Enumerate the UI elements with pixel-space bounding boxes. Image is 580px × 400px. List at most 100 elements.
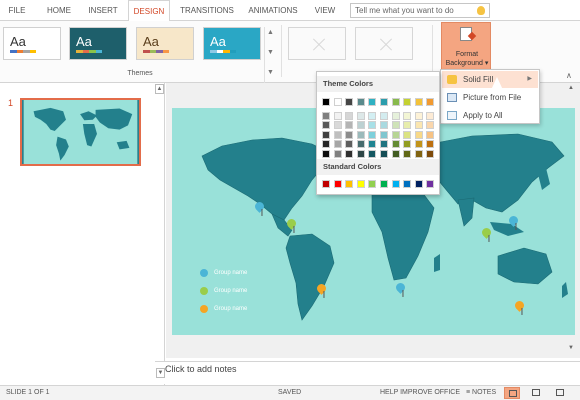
- color-swatch[interactable]: [391, 180, 400, 188]
- chevron-up-icon[interactable]: ▲: [267, 29, 274, 36]
- color-swatch[interactable]: [403, 111, 412, 120]
- menu-item-apply-to-all[interactable]: Apply to All: [442, 107, 538, 124]
- color-swatch[interactable]: [391, 111, 400, 120]
- color-swatch[interactable]: [356, 140, 365, 149]
- theme-thumbnail-office[interactable]: Aa: [3, 27, 61, 60]
- color-swatch[interactable]: [414, 130, 423, 139]
- color-swatch[interactable]: [356, 98, 365, 106]
- color-swatch[interactable]: [345, 98, 354, 106]
- color-swatch[interactable]: [322, 140, 330, 149]
- color-swatch[interactable]: [322, 180, 330, 188]
- color-swatch[interactable]: [333, 180, 342, 188]
- color-swatch[interactable]: [368, 121, 377, 130]
- color-swatch[interactable]: [414, 98, 423, 106]
- color-swatch[interactable]: [414, 111, 423, 120]
- color-swatch[interactable]: [380, 180, 388, 188]
- reading-view-button[interactable]: [552, 387, 568, 399]
- color-swatch[interactable]: [426, 150, 435, 158]
- theme-thumbnail-teal[interactable]: Aa: [69, 27, 127, 60]
- slide-sorter-button[interactable]: [528, 387, 544, 399]
- color-swatch[interactable]: [345, 180, 354, 188]
- collapse-ribbon-icon[interactable]: ∧: [566, 71, 572, 80]
- color-swatch[interactable]: [403, 150, 412, 158]
- tab-file[interactable]: FILE: [4, 0, 30, 21]
- color-swatch[interactable]: [403, 121, 412, 130]
- color-swatch[interactable]: [380, 111, 388, 120]
- color-swatch[interactable]: [333, 150, 342, 158]
- tab-insert[interactable]: INSERT: [83, 0, 123, 21]
- color-swatch[interactable]: [322, 111, 330, 120]
- normal-view-button[interactable]: [504, 387, 520, 399]
- color-swatch[interactable]: [322, 150, 330, 158]
- color-swatch[interactable]: [333, 111, 342, 120]
- color-swatch[interactable]: [345, 130, 354, 139]
- color-swatch[interactable]: [403, 130, 412, 139]
- theme-thumbnail-cyan[interactable]: Aa: [203, 27, 261, 60]
- notes-toggle-button[interactable]: ≡ NOTES: [466, 389, 496, 396]
- tab-design[interactable]: DESIGN: [128, 0, 170, 22]
- color-swatch[interactable]: [345, 111, 354, 120]
- color-swatch[interactable]: [403, 140, 412, 149]
- format-background-button[interactable]: Format Background ▾: [441, 22, 491, 70]
- color-swatch[interactable]: [391, 130, 400, 139]
- help-improve-office-link[interactable]: HELP IMPROVE OFFICE: [380, 389, 460, 396]
- color-swatch[interactable]: [426, 111, 435, 120]
- color-swatch[interactable]: [426, 98, 435, 106]
- color-swatch[interactable]: [391, 140, 400, 149]
- menu-item-picture-from-file[interactable]: Picture from File: [442, 89, 538, 106]
- chevron-down-icon[interactable]: ▼: [267, 49, 274, 56]
- color-swatch[interactable]: [368, 111, 377, 120]
- theme-thumbnail-tan[interactable]: Aa: [136, 27, 194, 60]
- color-swatch[interactable]: [391, 121, 400, 130]
- color-swatch[interactable]: [333, 121, 342, 130]
- slide-thumbnail[interactable]: [20, 98, 141, 166]
- color-swatch[interactable]: [356, 150, 365, 158]
- color-swatch[interactable]: [333, 98, 342, 106]
- color-swatch[interactable]: [426, 140, 435, 149]
- color-swatch[interactable]: [333, 130, 342, 139]
- themes-gallery-scroll[interactable]: ▲ ▼ ▼: [264, 27, 275, 83]
- color-swatch[interactable]: [322, 121, 330, 130]
- color-swatch[interactable]: [414, 121, 423, 130]
- tab-home[interactable]: HOME: [42, 0, 76, 21]
- color-swatch[interactable]: [426, 121, 435, 130]
- color-swatch[interactable]: [403, 180, 412, 188]
- color-swatch[interactable]: [322, 98, 330, 106]
- color-swatch[interactable]: [368, 98, 377, 106]
- tab-animations[interactable]: ANIMATIONS: [244, 0, 302, 21]
- color-swatch[interactable]: [380, 121, 388, 130]
- chevron-up-icon[interactable]: ▲: [568, 85, 574, 91]
- notes-pane[interactable]: ▼ Click to add notes: [155, 361, 580, 384]
- variant-thumbnail-empty[interactable]: [288, 27, 346, 60]
- color-swatch[interactable]: [345, 140, 354, 149]
- color-swatch[interactable]: [368, 130, 377, 139]
- color-swatch[interactable]: [426, 130, 435, 139]
- color-swatch[interactable]: [322, 130, 330, 139]
- tell-me-input[interactable]: Tell me what you want to do: [350, 3, 490, 18]
- color-swatch[interactable]: [414, 140, 423, 149]
- color-swatch[interactable]: [380, 150, 388, 158]
- color-swatch[interactable]: [356, 111, 365, 120]
- menu-item-solid-fill[interactable]: Solid Fill ▶: [442, 71, 538, 88]
- color-swatch[interactable]: [391, 98, 400, 106]
- tab-view[interactable]: VIEW: [310, 0, 340, 21]
- more-icon[interactable]: ▼: [267, 69, 274, 76]
- color-swatch[interactable]: [368, 150, 377, 158]
- color-swatch[interactable]: [356, 121, 365, 130]
- color-swatch[interactable]: [368, 180, 377, 188]
- color-swatch[interactable]: [414, 150, 423, 158]
- notes-scroll-button[interactable]: ▼: [156, 368, 165, 378]
- color-swatch[interactable]: [368, 140, 377, 149]
- color-swatch[interactable]: [380, 130, 388, 139]
- color-swatch[interactable]: [380, 98, 388, 106]
- color-swatch[interactable]: [345, 150, 354, 158]
- tab-transitions[interactable]: TRANSITIONS: [176, 0, 238, 21]
- color-swatch[interactable]: [426, 180, 435, 188]
- color-swatch[interactable]: [333, 140, 342, 149]
- pane-scroll-up-button[interactable]: ▲: [155, 84, 164, 94]
- color-swatch[interactable]: [356, 130, 365, 139]
- variant-thumbnail-empty[interactable]: [355, 27, 413, 60]
- color-swatch[interactable]: [403, 98, 412, 106]
- color-swatch[interactable]: [380, 140, 388, 149]
- color-swatch[interactable]: [414, 180, 423, 188]
